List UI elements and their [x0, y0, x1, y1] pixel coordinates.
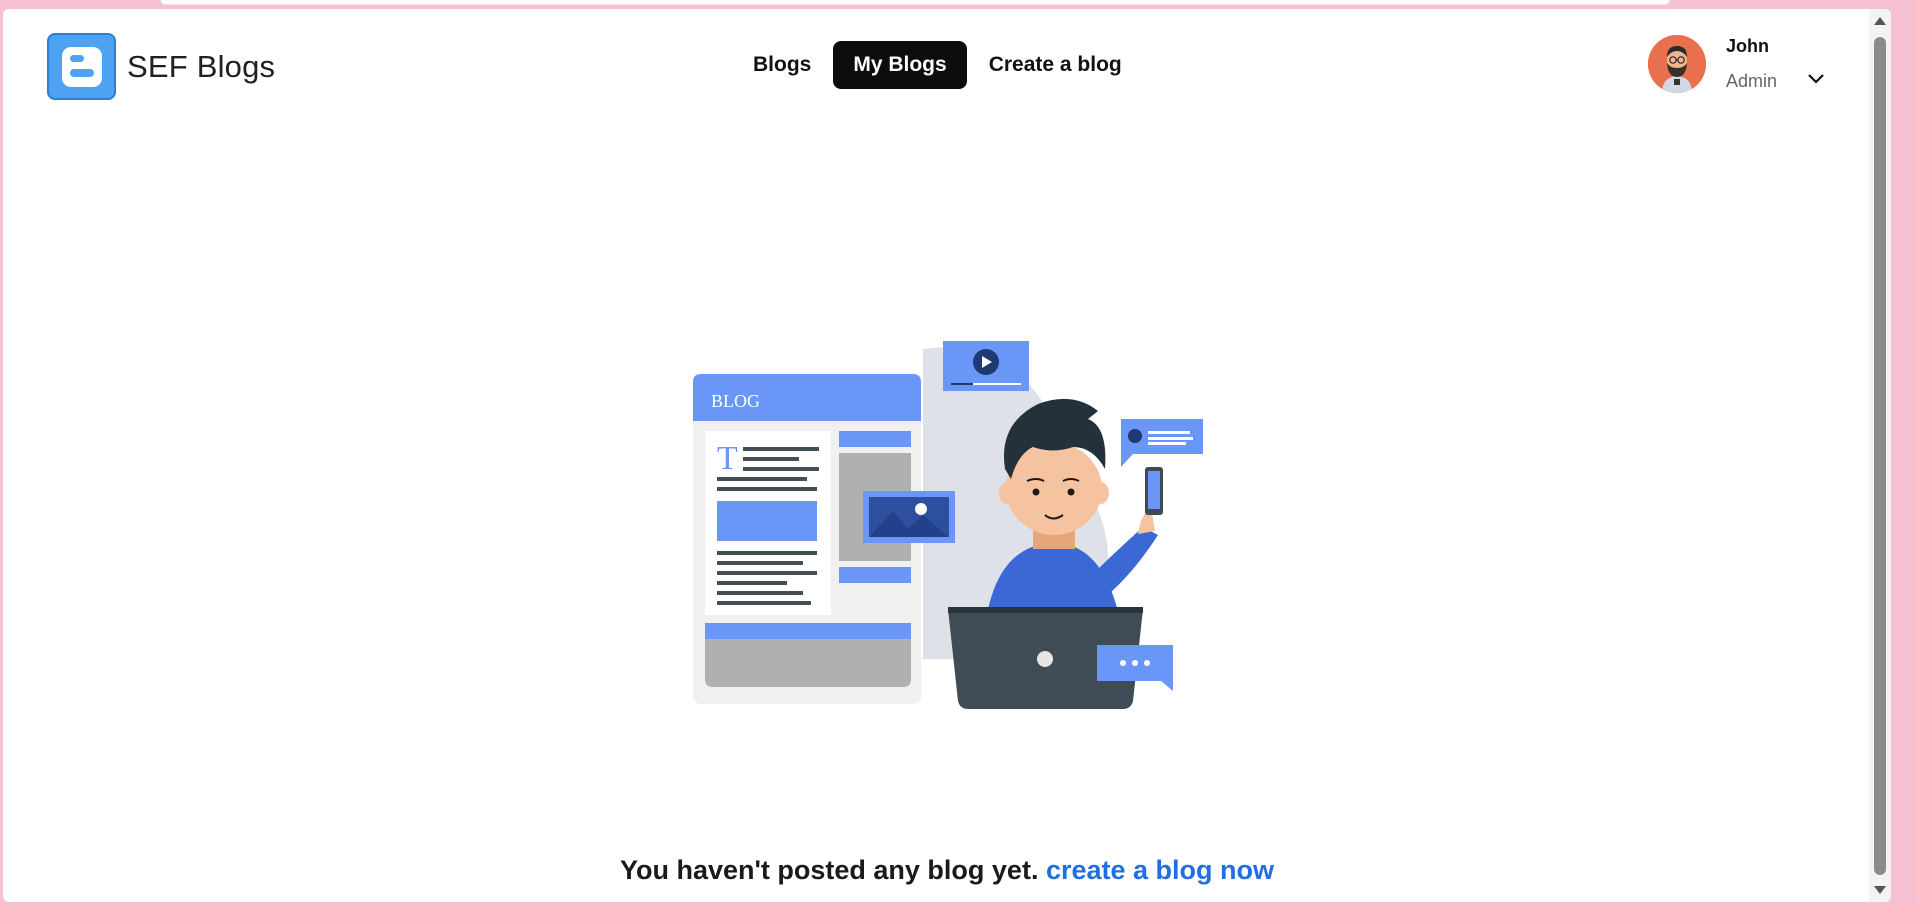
- scroll-down-arrow-icon[interactable]: [1873, 884, 1887, 896]
- main-nav: Blogs My Blogs Create a blog: [733, 41, 1144, 89]
- blogger-logo-icon: [47, 33, 116, 100]
- nav-link-blogs[interactable]: Blogs: [733, 41, 831, 89]
- illustration-blog-label: BLOG: [711, 391, 760, 411]
- scrollbar[interactable]: [1869, 9, 1891, 902]
- brand-name: SEF Blogs: [127, 48, 276, 84]
- svg-text:T: T: [717, 440, 738, 477]
- nav-link-create-blog[interactable]: Create a blog: [969, 41, 1142, 89]
- empty-state-message: You haven't posted any blog yet. create …: [3, 855, 1891, 886]
- brand[interactable]: SEF Blogs: [47, 33, 275, 100]
- empty-blog-illustration: BLOG T: [693, 329, 1213, 714]
- navbar: SEF Blogs Blogs My Blogs Create a blog J…: [3, 9, 1891, 121]
- create-blog-link[interactable]: create a blog now: [1046, 855, 1274, 885]
- user-menu[interactable]: John Admin: [1648, 35, 1825, 93]
- empty-state-text: You haven't posted any blog yet.: [619, 855, 1039, 885]
- chevron-down-icon[interactable]: [1807, 73, 1825, 85]
- user-name: John: [1726, 36, 1769, 56]
- scroll-thumb[interactable]: [1874, 37, 1886, 875]
- top-tab-strip: [160, 0, 1670, 5]
- avatar: [1648, 35, 1706, 93]
- scroll-up-arrow-icon[interactable]: [1873, 15, 1887, 27]
- nav-link-my-blogs[interactable]: My Blogs: [833, 41, 967, 89]
- app-window: SEF Blogs Blogs My Blogs Create a blog J…: [3, 9, 1891, 902]
- user-role: Admin: [1726, 71, 1778, 91]
